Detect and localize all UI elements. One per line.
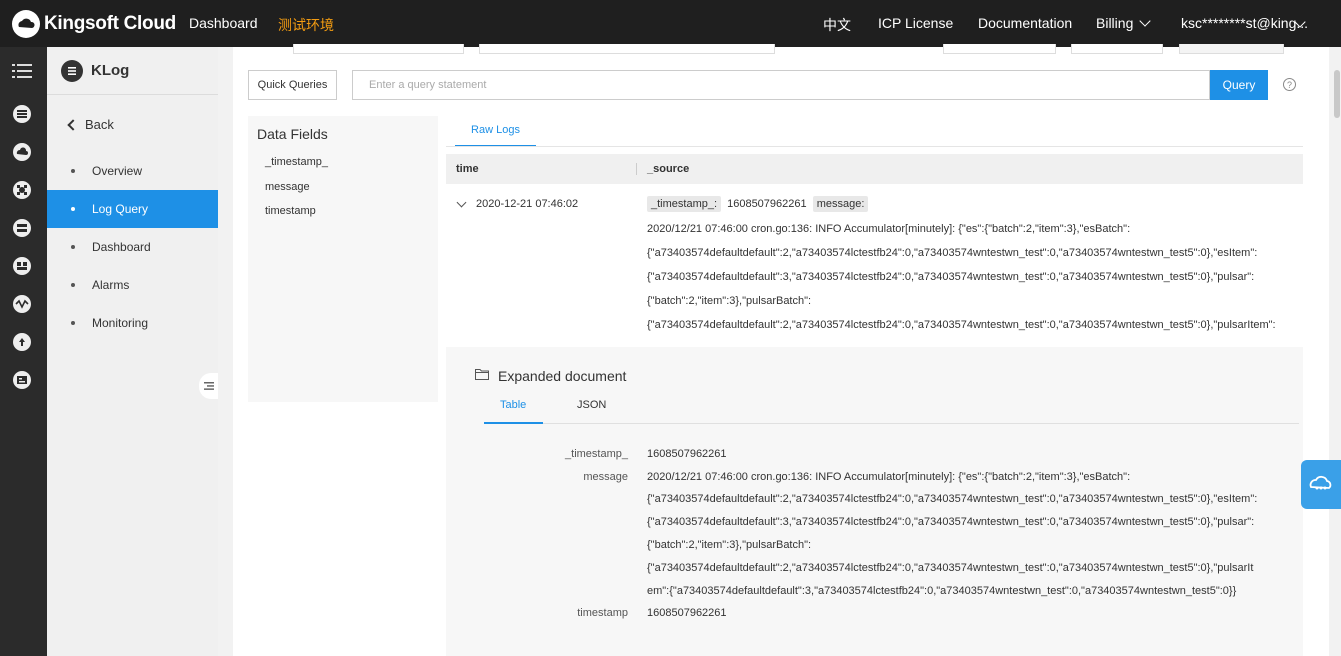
row-expand-chevron-icon[interactable] bbox=[456, 197, 467, 208]
kingsoft-cloud-logo[interactable]: Kingsoft Cloud bbox=[11, 9, 176, 39]
partial-control bbox=[943, 44, 1056, 54]
network-icon[interactable] bbox=[12, 180, 32, 200]
sidebar-item-log-query[interactable]: Log Query bbox=[47, 190, 218, 228]
source-line: 2020/12/21 07:46:00 cron.go:136: INFO Ac… bbox=[647, 223, 1131, 235]
cloud-upload-icon[interactable] bbox=[12, 332, 32, 352]
sidebar-item-overview[interactable]: Overview bbox=[47, 152, 218, 190]
data-fields-panel: Data Fields _timestamp_ message timestam… bbox=[248, 116, 438, 402]
top-nav-bar: Kingsoft Cloud Dashboard 测试环境 中文 ICP Lic… bbox=[0, 0, 1341, 47]
timestamp-value: 1608507962261 bbox=[727, 198, 807, 210]
column-divider bbox=[636, 163, 637, 175]
message-line: {"batch":2,"item":3},"pulsarBatch": bbox=[647, 539, 812, 551]
chevron-left-icon bbox=[67, 118, 79, 131]
back-label: Back bbox=[85, 117, 114, 132]
container-icon[interactable] bbox=[12, 256, 32, 276]
documentation-link[interactable]: Documentation bbox=[978, 15, 1072, 31]
field-item[interactable]: timestamp bbox=[265, 205, 316, 217]
sidebar-header: KLog bbox=[47, 47, 218, 95]
cloud-logo-icon bbox=[12, 10, 40, 38]
message-line: {"a73403574defaultdefault":2,"a73403574l… bbox=[647, 493, 1258, 505]
query-input[interactable] bbox=[352, 70, 1210, 100]
field-key-timestamp2: timestamp bbox=[577, 607, 628, 619]
field-key-message: message bbox=[583, 471, 628, 483]
tab-divider bbox=[484, 423, 1299, 424]
source-header-line: _timestamp_: 1608507962261 message: bbox=[647, 196, 869, 212]
partial-control bbox=[1071, 44, 1163, 54]
message-line: em":{"a73403574defaultdefault":3,"a73403… bbox=[647, 585, 1237, 597]
field-item[interactable]: _timestamp_ bbox=[265, 156, 328, 168]
quick-queries-button[interactable]: Quick Queries bbox=[248, 70, 337, 100]
help-icon[interactable]: ? bbox=[1283, 78, 1296, 91]
field-key-timestamp: _timestamp_ bbox=[565, 448, 628, 460]
page-scrollbar[interactable] bbox=[1333, 47, 1341, 656]
scrollbar-thumb[interactable] bbox=[1334, 70, 1340, 118]
product-icon-rail bbox=[0, 47, 47, 656]
row-time: 2020-12-21 07:46:02 bbox=[476, 198, 579, 210]
message-line: {"a73403574defaultdefault":3,"a73403574l… bbox=[647, 516, 1255, 528]
field-item[interactable]: message bbox=[265, 181, 310, 193]
billing-label: Billing bbox=[1096, 15, 1134, 31]
query-button[interactable]: Query bbox=[1210, 70, 1268, 100]
chat-support-icon bbox=[1309, 475, 1332, 489]
klog-icon bbox=[61, 59, 83, 82]
sidebar-collapse-handle[interactable] bbox=[199, 373, 218, 399]
billing-menu[interactable]: Billing bbox=[1096, 15, 1152, 31]
brand-name: Kingsoft Cloud bbox=[44, 13, 176, 34]
chevron-down-icon bbox=[1139, 15, 1152, 27]
active-tab-indicator bbox=[484, 422, 543, 424]
monitoring-wave-icon[interactable] bbox=[12, 294, 32, 314]
expanded-document-panel: Expanded document Table JSON _timestamp_… bbox=[446, 347, 1303, 656]
tab-divider bbox=[446, 146, 1303, 147]
database-icon[interactable] bbox=[12, 104, 32, 124]
icp-license-link[interactable]: ICP License bbox=[878, 15, 953, 31]
sidebar-item-alarms[interactable]: Alarms bbox=[47, 266, 218, 304]
partial-control bbox=[1179, 44, 1284, 54]
storage-icon[interactable] bbox=[12, 218, 32, 238]
source-line: {"a73403574defaultdefault":2,"a73403574l… bbox=[647, 319, 1276, 331]
user-account-menu[interactable]: ksc********st@king... bbox=[1181, 15, 1309, 31]
results-table-header: time _source bbox=[446, 154, 1303, 184]
timestamp-tag: _timestamp_: bbox=[647, 196, 722, 212]
sidebar-item-dashboard[interactable]: Dashboard bbox=[47, 228, 218, 266]
message-tag: message: bbox=[812, 196, 869, 212]
tab-raw-logs[interactable]: Raw Logs bbox=[455, 116, 536, 147]
environment-label[interactable]: 测试环境 bbox=[278, 15, 334, 35]
data-fields-title: Data Fields bbox=[257, 126, 328, 142]
log-service-icon[interactable] bbox=[12, 370, 32, 390]
source-line: {"batch":2,"item":3},"pulsarBatch": bbox=[647, 295, 812, 307]
partial-control bbox=[479, 44, 775, 54]
source-line: {"a73403574defaultdefault":3,"a73403574l… bbox=[647, 271, 1255, 283]
main-content: Quick Queries Query ? Data Fields _times… bbox=[233, 44, 1329, 656]
sidebar-item-monitoring[interactable]: Monitoring bbox=[47, 304, 218, 342]
folder-icon bbox=[475, 369, 489, 380]
message-line: 2020/12/21 07:46:00 cron.go:136: INFO Ac… bbox=[647, 471, 1131, 483]
source-line: {"a73403574defaultdefault":2,"a73403574l… bbox=[647, 247, 1258, 259]
column-header-time[interactable]: time bbox=[456, 163, 479, 175]
cloud-server-icon[interactable] bbox=[12, 142, 32, 162]
field-value-timestamp2: 1608507962261 bbox=[647, 607, 727, 619]
field-value-timestamp: 1608507962261 bbox=[647, 448, 727, 460]
expanded-document-title: Expanded document bbox=[498, 368, 627, 384]
app-title: KLog bbox=[91, 62, 130, 79]
menu-icon[interactable] bbox=[12, 61, 32, 81]
support-chat-button[interactable] bbox=[1301, 460, 1341, 509]
message-line: {"a73403574defaultdefault":2,"a73403574l… bbox=[647, 562, 1254, 574]
back-button[interactable]: Back bbox=[67, 117, 114, 132]
column-header-source[interactable]: _source bbox=[647, 163, 689, 175]
tab-table[interactable]: Table bbox=[500, 399, 526, 411]
language-switch[interactable]: 中文 bbox=[823, 15, 851, 35]
klog-sidebar: KLog Back Overview Log Query Dashboard A… bbox=[47, 47, 218, 656]
top-nav-dashboard[interactable]: Dashboard bbox=[189, 15, 258, 31]
collapse-icon bbox=[203, 382, 214, 390]
tab-json[interactable]: JSON bbox=[577, 399, 606, 411]
partial-control bbox=[293, 44, 464, 54]
